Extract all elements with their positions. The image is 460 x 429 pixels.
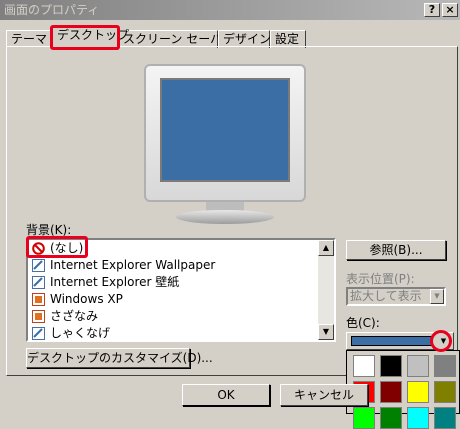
- color-swatch[interactable]: [353, 355, 375, 377]
- list-item[interactable]: (なし): [28, 240, 334, 257]
- cancel-button[interactable]: キャンセル: [280, 384, 368, 406]
- ok-button[interactable]: OK: [182, 384, 270, 406]
- image-file-icon: [32, 276, 45, 289]
- color-swatch[interactable]: [407, 407, 429, 429]
- scroll-up-button[interactable]: ▲: [318, 240, 334, 256]
- color-swatch[interactable]: [380, 381, 402, 403]
- image-file-icon: [32, 310, 45, 323]
- image-file-icon: [32, 259, 45, 272]
- color-swatch[interactable]: [434, 381, 456, 403]
- color-swatch[interactable]: [434, 355, 456, 377]
- list-item[interactable]: さざなみ: [28, 308, 334, 325]
- position-label: 表示位置(P):: [346, 272, 415, 286]
- image-file-icon: [32, 293, 45, 306]
- list-item-label: (なし): [50, 241, 84, 255]
- current-color-swatch: [351, 336, 433, 346]
- color-swatch[interactable]: [434, 407, 456, 429]
- monitor-stand: [176, 210, 274, 224]
- list-item-label: しゃくなげ: [50, 326, 111, 340]
- list-item[interactable]: しゃくなげ: [28, 325, 334, 340]
- scroll-down-button[interactable]: ▼: [318, 324, 334, 340]
- list-item-label: さざなみ: [50, 309, 99, 323]
- color-swatch[interactable]: [407, 355, 429, 377]
- position-value: 拡大して表示: [350, 289, 422, 303]
- list-item-label: Internet Explorer 壁紙: [50, 275, 180, 289]
- customize-desktop-button[interactable]: デスクトップのカスタマイズ(D)...: [26, 348, 213, 368]
- color-label: 色(C):: [346, 316, 380, 330]
- background-list[interactable]: (なし) Internet Explorer Wallpaper Interne…: [26, 238, 336, 342]
- list-item-label: Internet Explorer Wallpaper: [50, 258, 216, 272]
- list-scrollbar[interactable]: ▲ ▼: [318, 240, 334, 340]
- color-swatch[interactable]: [380, 407, 402, 429]
- browse-button[interactable]: 参照(B)...: [346, 240, 446, 260]
- chevron-down-icon: ▼: [430, 289, 444, 304]
- chevron-down-icon: ▼: [440, 337, 447, 345]
- help-button[interactable]: ?: [424, 3, 440, 17]
- color-swatch[interactable]: [380, 355, 402, 377]
- list-item[interactable]: Windows XP: [28, 291, 334, 308]
- list-item[interactable]: Internet Explorer 壁紙: [28, 274, 334, 291]
- window-title: 画面のプロパティ: [4, 3, 100, 17]
- tab-desktop[interactable]: デスクトップ: [52, 26, 129, 50]
- background-label: 背景(K):: [26, 223, 72, 237]
- color-swatch[interactable]: [407, 381, 429, 403]
- preview-screen: [160, 78, 290, 182]
- image-file-icon: [32, 327, 45, 340]
- close-button[interactable]: ×: [442, 3, 458, 17]
- color-picker-button[interactable]: ▼: [346, 332, 454, 350]
- list-item-label: Windows XP: [50, 292, 123, 306]
- title-bar: 画面のプロパティ ? ×: [0, 0, 460, 20]
- monitor-preview: [144, 64, 306, 224]
- color-swatch[interactable]: [353, 407, 375, 429]
- monitor-bezel: [144, 64, 306, 202]
- position-select[interactable]: 拡大して表示 ▼: [346, 287, 446, 306]
- list-item[interactable]: Internet Explorer Wallpaper: [28, 257, 334, 274]
- no-entry-icon: [32, 242, 45, 255]
